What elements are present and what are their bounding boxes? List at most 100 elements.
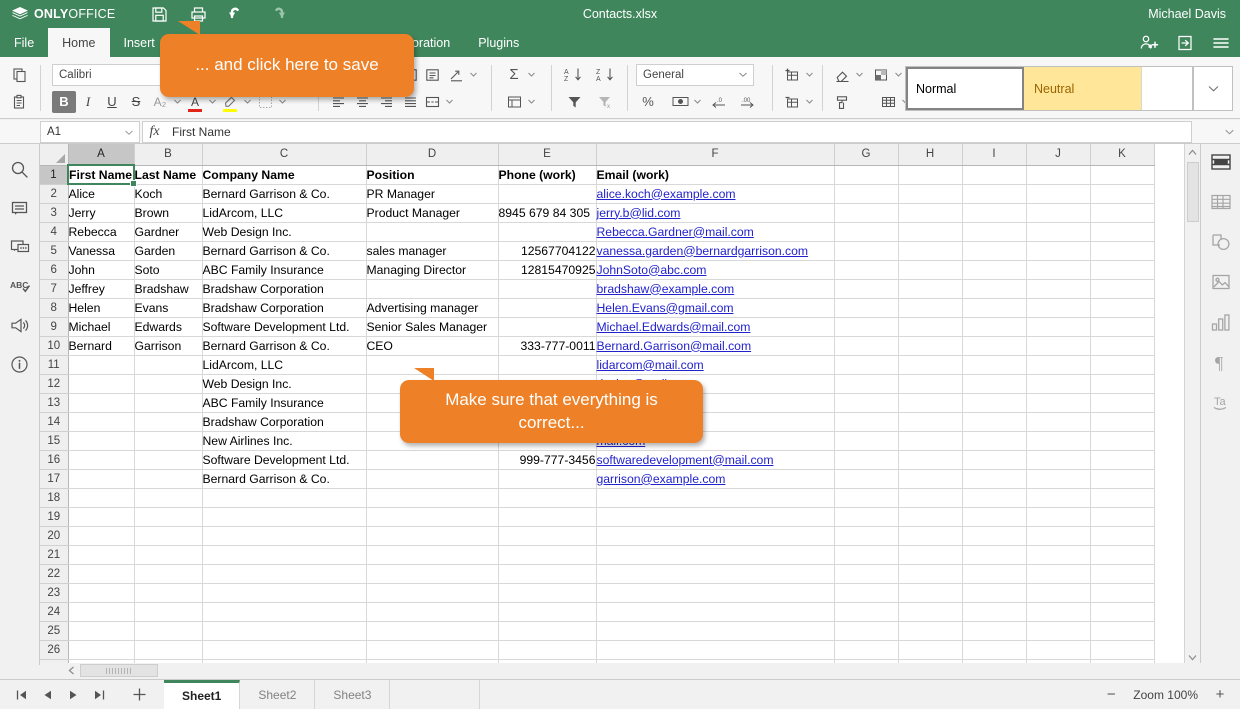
row-header-9[interactable]: 9 [40,317,68,336]
cell-g20[interactable] [834,526,898,545]
cell-j16[interactable] [1026,450,1090,469]
about-icon[interactable] [0,345,40,384]
cell-k11[interactable] [1090,355,1154,374]
cell-e8[interactable] [498,298,596,317]
first-sheet-icon[interactable] [10,684,32,706]
cell-c1[interactable]: Company Name [202,165,366,184]
cell-b9[interactable]: Edwards [134,317,202,336]
cell-k13[interactable] [1090,393,1154,412]
zoom-in-button[interactable]: + [1212,687,1228,703]
cell-h8[interactable] [898,298,962,317]
cell-b15[interactable] [134,431,202,450]
row-header-14[interactable]: 14 [40,412,68,431]
cell-b14[interactable] [134,412,202,431]
cell-d22[interactable] [366,564,498,583]
cell-b1[interactable]: Last Name [134,165,202,184]
cell-c19[interactable] [202,507,366,526]
cell-h13[interactable] [898,393,962,412]
cell-a2[interactable]: Alice [68,184,134,203]
cell-b3[interactable]: Brown [134,203,202,222]
row-header-16[interactable]: 16 [40,450,68,469]
cell-a20[interactable] [68,526,134,545]
cell-c6[interactable]: ABC Family Insurance [202,260,366,279]
cell-h4[interactable] [898,222,962,241]
scroll-left-icon[interactable] [64,663,78,678]
bold-button[interactable]: B [52,91,76,113]
cell-e26[interactable] [498,640,596,659]
cell-d10[interactable]: CEO [366,336,498,355]
cell-g14[interactable] [834,412,898,431]
cell-e16[interactable]: 999-777-3456 [498,450,596,469]
cell-h5[interactable] [898,241,962,260]
table-settings-icon[interactable] [1207,188,1235,216]
cell-a5[interactable]: Vanessa [68,241,134,260]
cell-e7[interactable] [498,279,596,298]
insert-function-icon[interactable] [502,91,526,113]
cell-i15[interactable] [962,431,1026,450]
cell-f22[interactable] [596,564,834,583]
number-format-select[interactable]: General [636,64,754,86]
row-header-24[interactable]: 24 [40,602,68,621]
cell-d3[interactable]: Product Manager [366,203,498,222]
cell-g5[interactable] [834,241,898,260]
cell-e1[interactable]: Phone (work) [498,165,596,184]
cell-k24[interactable] [1090,602,1154,621]
cell-c8[interactable]: Bradshaw Corporation [202,298,366,317]
cell-e11[interactable] [498,355,596,374]
cell-i10[interactable] [962,336,1026,355]
cell-i16[interactable] [962,450,1026,469]
cell-j7[interactable] [1026,279,1090,298]
cell-d23[interactable] [366,583,498,602]
clear-icon[interactable] [830,64,854,86]
cell-g25[interactable] [834,621,898,640]
cell-e22[interactable] [498,564,596,583]
cell-i21[interactable] [962,545,1026,564]
cell-b24[interactable] [134,602,202,621]
cell-i11[interactable] [962,355,1026,374]
cell-d17[interactable] [366,469,498,488]
cell-k20[interactable] [1090,526,1154,545]
row-header-13[interactable]: 13 [40,393,68,412]
chart-settings-icon[interactable] [1207,308,1235,336]
cell-k19[interactable] [1090,507,1154,526]
cell-k9[interactable] [1090,317,1154,336]
cell-f5[interactable]: vanessa.garden@bernardgarrison.com [596,241,834,260]
cell-b20[interactable] [134,526,202,545]
cell-k10[interactable] [1090,336,1154,355]
cell-a22[interactable] [68,564,134,583]
cell-h26[interactable] [898,640,962,659]
column-header-b[interactable]: B [134,144,202,165]
next-sheet-icon[interactable] [62,684,84,706]
cell-g17[interactable] [834,469,898,488]
cell-e24[interactable] [498,602,596,621]
merge-cells-icon[interactable] [420,91,444,113]
cell-f26[interactable] [596,640,834,659]
zoom-level-label[interactable]: Zoom 100% [1133,688,1198,702]
cell-k8[interactable] [1090,298,1154,317]
cell-g26[interactable] [834,640,898,659]
cell-styles-expand[interactable] [1193,66,1233,111]
cell-h17[interactable] [898,469,962,488]
cell-a24[interactable] [68,602,134,621]
cell-g1[interactable] [834,165,898,184]
cell-h16[interactable] [898,450,962,469]
cell-g10[interactable] [834,336,898,355]
cell-d5[interactable]: sales manager [366,241,498,260]
cell-i17[interactable] [962,469,1026,488]
cell-i9[interactable] [962,317,1026,336]
cell-b5[interactable]: Garden [134,241,202,260]
cell-f8[interactable]: Helen.Evans@gmail.com [596,298,834,317]
row-header-26[interactable]: 26 [40,640,68,659]
cell-g23[interactable] [834,583,898,602]
cell-f7[interactable]: bradshaw@example.com [596,279,834,298]
cell-g9[interactable] [834,317,898,336]
zoom-out-button[interactable]: − [1103,687,1119,703]
cell-c10[interactable]: Bernard Garrison & Co. [202,336,366,355]
cell-b11[interactable] [134,355,202,374]
cell-k5[interactable] [1090,241,1154,260]
cell-c4[interactable]: Web Design Inc. [202,222,366,241]
cell-b25[interactable] [134,621,202,640]
cell-c26[interactable] [202,640,366,659]
cell-d26[interactable] [366,640,498,659]
row-header-19[interactable]: 19 [40,507,68,526]
